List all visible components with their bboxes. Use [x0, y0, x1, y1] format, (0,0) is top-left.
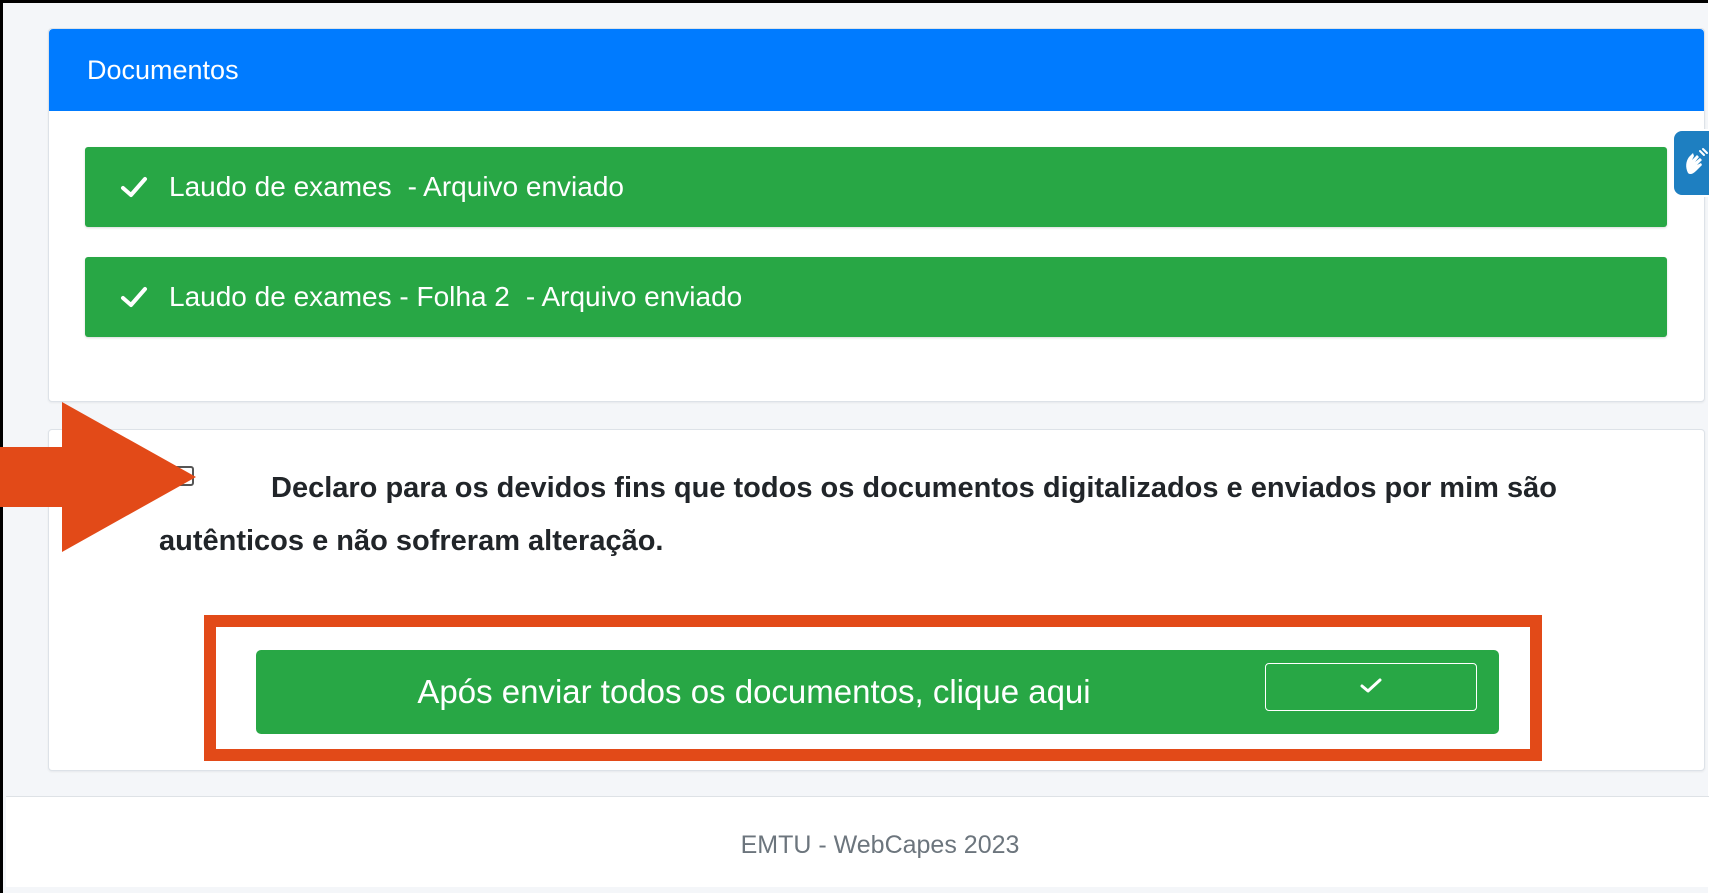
check-icon: [119, 172, 149, 202]
documents-card: Documentos Laudo de exames - Arquivo env…: [48, 28, 1705, 402]
document-name: Laudo de exames - Folha 2: [169, 281, 510, 312]
annotation-highlight-box: [204, 615, 1542, 761]
arrow-right-icon: [0, 402, 200, 552]
document-item-laudo-exames-folha-2[interactable]: Laudo de exames - Folha 2 - Arquivo envi…: [85, 257, 1667, 337]
document-name: Laudo de exames: [169, 171, 392, 202]
check-icon: [119, 282, 149, 312]
document-status: - Arquivo enviado: [407, 171, 624, 202]
sign-language-hands-icon[interactable]: [1672, 129, 1709, 197]
footer-text: EMTU - WebCapes 2023: [740, 831, 1020, 859]
declaration-text: Declaro para os devidos fins que todos o…: [159, 472, 1557, 557]
document-item-laudo-exames[interactable]: Laudo de exames - Arquivo enviado: [85, 147, 1667, 227]
document-status: - Arquivo enviado: [525, 281, 743, 312]
documents-card-title: Documentos: [87, 54, 239, 85]
documents-card-header: Documentos: [49, 29, 1704, 111]
page-footer: EMTU - WebCapes 2023: [6, 796, 1709, 887]
